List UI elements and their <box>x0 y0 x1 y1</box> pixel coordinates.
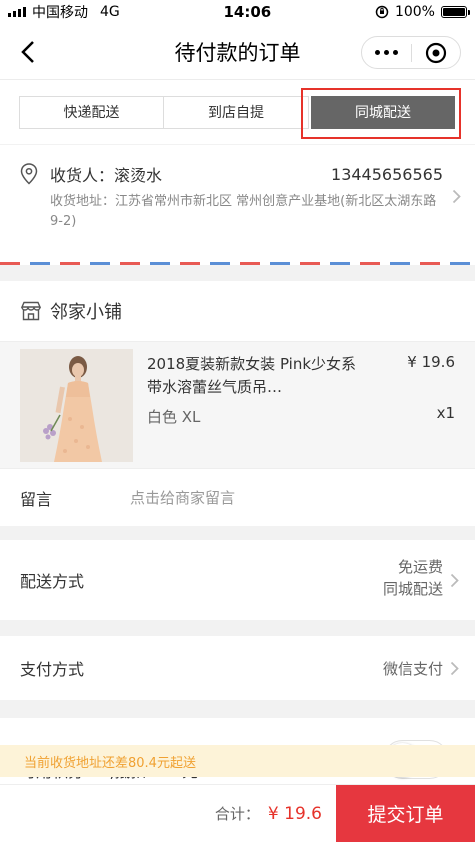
page-title: 待付款的订单 <box>174 40 301 65</box>
shipping-label: 配送方式 <box>20 572 85 591</box>
chevron-right-icon <box>450 573 459 587</box>
back-button[interactable] <box>12 36 44 68</box>
tab-local-delivery[interactable]: 同城配送 <box>311 95 455 129</box>
location-pin-icon <box>20 163 42 185</box>
address-card[interactable]: 收货人：滚烫水 13445656565 收货地址：江苏省常州市新北区 常州创意产… <box>0 145 475 265</box>
chevron-right-icon <box>450 661 459 675</box>
battery-icon <box>440 6 470 18</box>
chevron-right-icon <box>452 189 461 204</box>
target-icon <box>425 42 446 63</box>
total-value: ¥ 19.6 <box>267 803 322 824</box>
message-input[interactable]: 点击给商家留言 <box>130 487 235 508</box>
miniprogram-capsule <box>361 36 461 69</box>
airmail-border <box>0 262 475 265</box>
shipping-method-row[interactable]: 配送方式 免运费 同城配送 <box>0 540 475 620</box>
submit-order-button[interactable]: 提交订单 <box>336 784 475 842</box>
battery-percent: 100% <box>394 4 435 20</box>
product-item[interactable]: 2018夏装新款女装 Pink少女系带水溶蕾丝气质吊… 白色 XL ¥ 19.6… <box>0 342 475 468</box>
nav-bar: 待付款的订单 <box>0 24 475 80</box>
recipient-name: 收货人：滚烫水 <box>50 166 163 185</box>
store-icon <box>20 301 42 321</box>
rotation-lock-icon <box>375 5 389 19</box>
shipping-fee: 免运费 <box>397 558 443 576</box>
status-bar: 中国移动 4G 14:06 100% <box>0 0 475 24</box>
product-image <box>20 349 133 462</box>
status-right: 100% <box>375 4 470 20</box>
payment-method: 微信支付 <box>382 659 443 678</box>
minimum-order-notice: 当前收货地址还差80.4元起送 <box>0 745 475 777</box>
shipping-value: 免运费 同城配送 <box>383 556 443 600</box>
checkout-bar: 合计： ¥ 19.6 提交订单 <box>0 784 475 842</box>
product-quantity: x1 <box>436 404 455 422</box>
address-detail: 收货地址：江苏省常州市新北区 常州创意产业基地(新北区太湖东路9-2) <box>50 194 437 229</box>
payment-method-row[interactable]: 支付方式 微信支付 <box>0 636 475 700</box>
tab-pickup[interactable]: 到店自提 <box>164 95 309 129</box>
shipping-method: 同城配送 <box>382 580 443 598</box>
message-row: 留言 点击给商家留言 <box>0 468 475 526</box>
recipient-phone: 13445656565 <box>331 164 443 184</box>
network-label: 4G <box>100 4 120 20</box>
carrier-label: 中国移动 <box>32 5 88 21</box>
total-label: 合计： <box>214 805 260 823</box>
back-arrow-icon <box>21 41 34 63</box>
shop-name: 邻家小铺 <box>50 302 122 323</box>
more-menu-button[interactable] <box>362 50 411 55</box>
tab-express[interactable]: 快递配送 <box>19 95 164 129</box>
shop-header: 邻家小铺 <box>0 281 475 342</box>
clock: 14:06 <box>223 3 272 21</box>
message-label: 留言 <box>20 489 53 509</box>
payment-label: 支付方式 <box>20 660 85 679</box>
product-title: 2018夏装新款女装 Pink少女系带水溶蕾丝气质吊… <box>147 355 357 396</box>
order-total: 合计： ¥ 19.6 <box>0 803 336 824</box>
status-left: 中国移动 4G <box>8 2 120 22</box>
delivery-tabs: 快递配送 到店自提 同城配送 <box>0 80 475 144</box>
signal-icon <box>8 7 26 17</box>
product-spec: 白色 XL <box>147 408 201 426</box>
product-price: ¥ 19.6 <box>407 353 455 371</box>
close-miniprogram-button[interactable] <box>412 42 461 64</box>
